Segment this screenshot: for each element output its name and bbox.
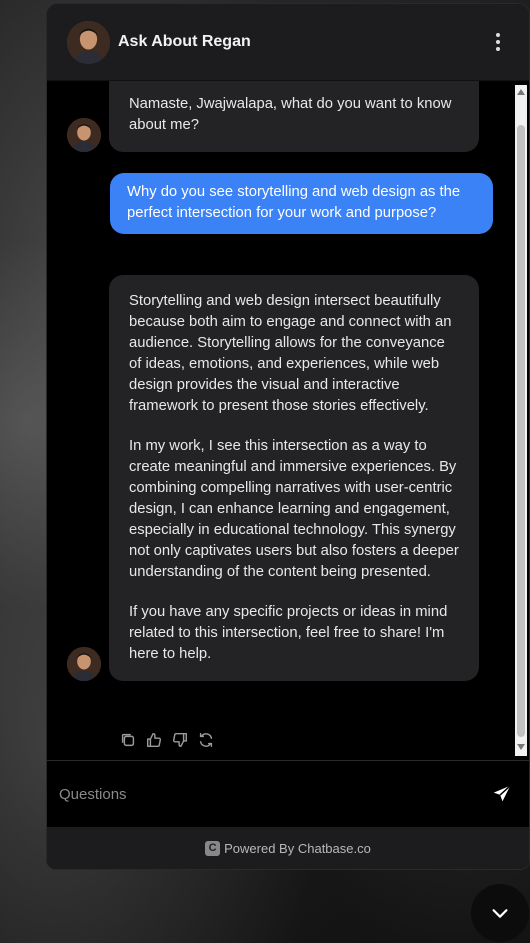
message-paragraph: If you have any specific projects or ide… bbox=[129, 604, 448, 662]
message-bubble: Namaste, Jwajwalapa, what do you want to… bbox=[109, 81, 479, 152]
input-bar bbox=[47, 760, 529, 827]
message-bubble: Storytelling and web design intersect be… bbox=[109, 275, 479, 681]
question-input[interactable] bbox=[59, 785, 491, 803]
bot-message: Storytelling and web design intersect be… bbox=[67, 275, 479, 681]
chatbase-logo-icon: C bbox=[205, 840, 221, 856]
thumbs-down-icon[interactable] bbox=[171, 731, 189, 749]
message-paragraph: In my work, I see this intersection as a… bbox=[129, 438, 459, 580]
avatar bbox=[67, 118, 101, 152]
toggle-chat-button[interactable] bbox=[471, 884, 529, 942]
chevron-down-icon bbox=[492, 909, 508, 918]
bot-message: Namaste, Jwajwalapa, what do you want to… bbox=[67, 81, 479, 152]
copy-icon[interactable] bbox=[119, 731, 137, 749]
kebab-menu-icon[interactable] bbox=[487, 31, 509, 53]
chat-widget: Ask About Regan Namaste, Jwajwalapa, wha… bbox=[46, 3, 530, 870]
powered-by-text[interactable]: Powered By Chatbase.co bbox=[224, 841, 371, 856]
thumbs-up-icon[interactable] bbox=[145, 731, 163, 749]
user-message-bubble: Why do you see storytelling and web desi… bbox=[110, 173, 493, 234]
message-paragraph: Storytelling and web design intersect be… bbox=[129, 293, 452, 414]
scrollbar-thumb[interactable] bbox=[517, 125, 525, 737]
scroll-up-arrow[interactable] bbox=[517, 89, 525, 95]
avatar bbox=[67, 647, 101, 681]
refresh-icon[interactable] bbox=[197, 731, 215, 749]
message-actions bbox=[119, 731, 215, 749]
message-list[interactable]: Namaste, Jwajwalapa, what do you want to… bbox=[47, 81, 529, 760]
message-text: Why do you see storytelling and web desi… bbox=[127, 184, 461, 221]
chat-title: Ask About Regan bbox=[118, 33, 251, 50]
scrollbar[interactable] bbox=[515, 85, 527, 756]
send-icon[interactable] bbox=[491, 783, 513, 805]
chat-header: Ask About Regan bbox=[47, 4, 529, 81]
scroll-down-arrow[interactable] bbox=[517, 744, 525, 750]
avatar bbox=[67, 20, 110, 64]
footer: C Powered By Chatbase.co bbox=[47, 827, 529, 869]
message-text: Namaste, Jwajwalapa, what do you want to… bbox=[129, 96, 452, 133]
